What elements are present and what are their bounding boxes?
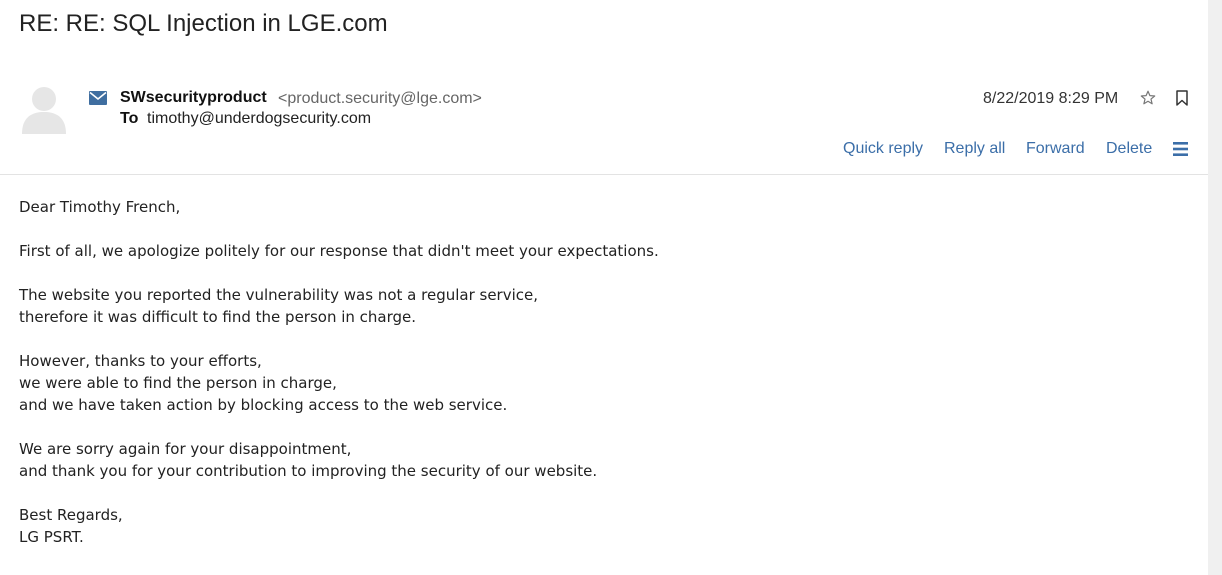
envelope-icon xyxy=(89,91,107,105)
delete-button[interactable]: Delete xyxy=(1106,140,1152,158)
body-line: We are sorry again for your disappointme… xyxy=(19,440,352,458)
body-paragraph: However, thanks to your efforts, we were… xyxy=(19,350,1169,416)
email-view: RE: RE: SQL Injection in LGE.com SWsecur… xyxy=(0,0,1222,575)
message-actions: Quick reply Reply all Forward Delete xyxy=(0,140,1208,162)
body-line: However, thanks to your efforts, xyxy=(19,352,262,370)
body-line: and thank you for your contribution to i… xyxy=(19,462,598,480)
signature-line: LG PSRT. xyxy=(19,528,84,546)
bookmark-icon[interactable] xyxy=(1175,90,1189,106)
message-date: 8/22/2019 8:29 PM xyxy=(983,90,1119,107)
scrollbar[interactable] xyxy=(1208,0,1222,575)
to-label: To xyxy=(120,110,139,127)
forward-button[interactable]: Forward xyxy=(1026,140,1085,158)
body-paragraph: First of all, we apologize politely for … xyxy=(19,242,659,260)
body-line: therefore it was difficult to find the p… xyxy=(19,308,417,326)
signature: Best Regards, LG PSRT. xyxy=(19,504,1169,548)
greeting: Dear Timothy French, xyxy=(19,198,181,216)
body-line: and we have taken action by blocking acc… xyxy=(19,396,508,414)
sender-email[interactable]: <product.security@lge.com> xyxy=(278,90,482,108)
avatar xyxy=(22,87,66,134)
signature-line: Best Regards, xyxy=(19,506,123,524)
message-header: SWsecurityproduct <product.security@lge.… xyxy=(0,60,1208,175)
recipient-email[interactable]: timothy@underdogsecurity.com xyxy=(147,110,371,128)
star-icon[interactable] xyxy=(1140,90,1156,106)
email-subject: RE: RE: SQL Injection in LGE.com xyxy=(19,10,388,37)
body-paragraph: We are sorry again for your disappointme… xyxy=(19,438,1169,482)
message-body: Dear Timothy French, First of all, we ap… xyxy=(19,196,1169,548)
reply-all-button[interactable]: Reply all xyxy=(944,140,1005,158)
body-line: The website you reported the vulnerabili… xyxy=(19,286,539,304)
hamburger-menu-icon[interactable] xyxy=(1173,142,1188,156)
quick-reply-button[interactable]: Quick reply xyxy=(843,140,923,158)
body-line: we were able to find the person in charg… xyxy=(19,374,337,392)
sender-name[interactable]: SWsecurityproduct xyxy=(120,89,267,107)
body-paragraph: The website you reported the vulnerabili… xyxy=(19,284,1169,328)
